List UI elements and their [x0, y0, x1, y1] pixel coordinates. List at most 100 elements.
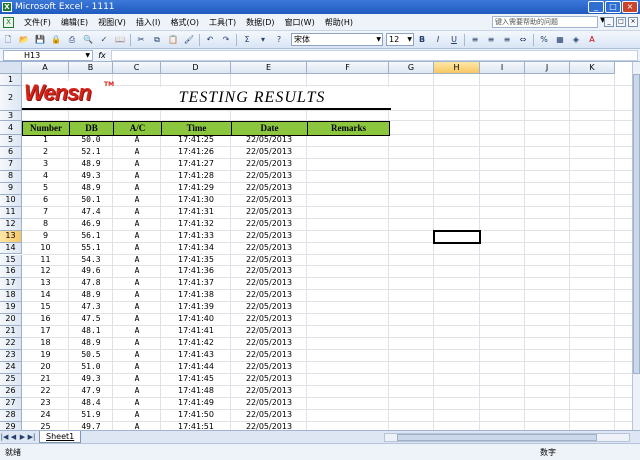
row-header[interactable]: 22	[0, 338, 22, 351]
vertical-scroll-thumb[interactable]	[633, 74, 640, 374]
row-header[interactable]: 11	[0, 206, 22, 219]
table-cell[interactable]: 48.4	[69, 398, 113, 410]
italic-icon[interactable]: I	[431, 33, 445, 47]
row-header[interactable]: 7	[0, 158, 22, 171]
maximize-button[interactable]: □	[605, 1, 621, 13]
menu-view[interactable]: 视图(V)	[93, 17, 131, 28]
table-cell[interactable]: 49.7	[69, 422, 113, 430]
table-cell[interactable]: 11	[22, 255, 69, 267]
help-icon[interactable]: ?	[272, 33, 286, 47]
table-cell[interactable]: 22/05/2013	[231, 338, 307, 350]
table-cell[interactable]: 22/05/2013	[231, 422, 307, 430]
row-header[interactable]: 20	[0, 314, 22, 327]
table-cell[interactable]: 22/05/2013	[231, 362, 307, 374]
table-cell[interactable]: 22/05/2013	[231, 135, 307, 147]
table-cell[interactable]: A	[113, 398, 161, 410]
table-cell[interactable]: A	[113, 231, 161, 243]
table-cell[interactable]: 3	[22, 159, 69, 171]
help-search-input[interactable]: 键入需要帮助的问题	[492, 16, 598, 28]
menu-insert[interactable]: 插入(I)	[131, 17, 166, 28]
table-cell[interactable]: 19	[22, 350, 69, 362]
table-cell[interactable]: 14	[22, 290, 69, 302]
row-header[interactable]: 1	[0, 74, 22, 86]
underline-icon[interactable]: U	[447, 33, 461, 47]
table-cell[interactable]: 22/05/2013	[231, 231, 307, 243]
table-cell[interactable]: 49.6	[69, 266, 113, 278]
insert-function-icon[interactable]: fx	[93, 51, 111, 60]
row-header[interactable]: 19	[0, 302, 22, 315]
table-cell[interactable]: 52.1	[69, 147, 113, 159]
table-cell[interactable]: 17:41:43	[161, 350, 231, 362]
table-cell[interactable]: 17:41:37	[161, 278, 231, 290]
table-cell[interactable]: A	[113, 195, 161, 207]
save-icon[interactable]: 💾	[33, 33, 47, 47]
table-cell[interactable]: A	[113, 255, 161, 267]
column-header-k[interactable]: K	[570, 62, 615, 74]
table-cell[interactable]: A	[113, 183, 161, 195]
table-cell[interactable]: 17:41:29	[161, 183, 231, 195]
menu-file[interactable]: 文件(F)	[19, 17, 56, 28]
row-header[interactable]: 2	[0, 86, 22, 111]
row-header[interactable]: 17	[0, 278, 22, 291]
row-header[interactable]: 24	[0, 362, 22, 374]
table-cell[interactable]: 47.4	[69, 207, 113, 219]
cut-icon[interactable]: ✂	[134, 33, 148, 47]
column-header-h[interactable]: H	[434, 62, 480, 74]
table-cell[interactable]: A	[113, 290, 161, 302]
table-cell[interactable]: 22/05/2013	[231, 302, 307, 314]
doc-close-button[interactable]: ×	[628, 17, 638, 27]
table-cell[interactable]: A	[113, 171, 161, 183]
table-cell[interactable]: 48.9	[69, 290, 113, 302]
table-cell[interactable]: 22/05/2013	[231, 374, 307, 386]
last-sheet-icon[interactable]: ▶|	[27, 433, 36, 441]
column-header-g[interactable]: G	[389, 62, 434, 74]
table-cell[interactable]: 17:41:30	[161, 195, 231, 207]
fill-color-icon[interactable]: ◈	[569, 33, 583, 47]
row-header[interactable]: 26	[0, 385, 22, 398]
table-cell[interactable]: A	[113, 326, 161, 338]
table-cell[interactable]: 22/05/2013	[231, 278, 307, 290]
table-cell[interactable]: 17:41:42	[161, 338, 231, 350]
table-cell[interactable]: 22/05/2013	[231, 219, 307, 231]
table-cell[interactable]: 22/05/2013	[231, 183, 307, 195]
table-cell[interactable]: A	[113, 362, 161, 374]
worksheet-grid[interactable]: ABCDEFGHIJK 1 2 3 4 5 6 7 8 9 10 11 12 13 14 15 16 17 18 1…	[0, 62, 632, 430]
table-cell[interactable]: 18	[22, 338, 69, 350]
table-cell[interactable]: 47.5	[69, 314, 113, 326]
table-cell[interactable]: 17:41:34	[161, 243, 231, 255]
bold-icon[interactable]: B	[415, 33, 429, 47]
table-cell[interactable]: 12	[22, 266, 69, 278]
row-header[interactable]: 5	[0, 135, 22, 147]
column-header-c[interactable]: C	[113, 62, 161, 74]
column-header-j[interactable]: J	[525, 62, 570, 74]
table-cell[interactable]: 25	[22, 422, 69, 430]
table-cell[interactable]: A	[113, 266, 161, 278]
table-header-cell[interactable]: Number	[22, 121, 70, 136]
menu-help[interactable]: 帮助(H)	[320, 17, 358, 28]
borders-icon[interactable]: ▦	[553, 33, 567, 47]
column-header-e[interactable]: E	[231, 62, 307, 74]
table-cell[interactable]: 47.3	[69, 302, 113, 314]
table-header-cell[interactable]: Date	[231, 121, 308, 136]
table-cell[interactable]: 51.0	[69, 362, 113, 374]
table-cell[interactable]: 48.9	[69, 183, 113, 195]
spelling-icon[interactable]: ✓	[97, 33, 111, 47]
table-header-cell[interactable]: A/C	[113, 121, 162, 136]
table-cell[interactable]: 22/05/2013	[231, 266, 307, 278]
format-painter-icon[interactable]: 🖌	[182, 33, 196, 47]
formula-input[interactable]	[111, 49, 638, 61]
doc-restore-button[interactable]: □	[616, 17, 626, 27]
table-cell[interactable]: 17	[22, 326, 69, 338]
table-cell[interactable]: 4	[22, 171, 69, 183]
column-header-d[interactable]: D	[161, 62, 231, 74]
table-cell[interactable]: A	[113, 207, 161, 219]
table-cell[interactable]: A	[113, 219, 161, 231]
print-icon[interactable]: ⎙	[65, 33, 79, 47]
table-cell[interactable]: 50.0	[69, 135, 113, 147]
table-cell[interactable]: A	[113, 243, 161, 255]
copy-icon[interactable]: ⧉	[150, 33, 164, 47]
menu-window[interactable]: 窗口(W)	[280, 17, 320, 28]
row-header[interactable]: 4	[0, 121, 22, 135]
table-cell[interactable]: 22/05/2013	[231, 159, 307, 171]
horizontal-scrollbar[interactable]	[384, 433, 630, 442]
